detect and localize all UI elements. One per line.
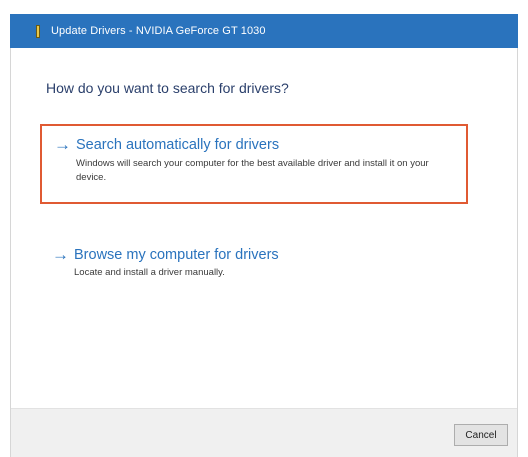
page-heading: How do you want to search for drivers? [46,80,289,96]
dialog-footer: Cancel [10,408,518,457]
dialog-content: How do you want to search for drivers? →… [10,48,518,408]
search-automatically-title[interactable]: Search automatically for drivers [76,136,279,154]
arrow-right-icon: → [52,245,69,264]
window-border-left [10,48,11,457]
search-automatically-option[interactable]: → Search automatically for drivers Windo… [40,124,468,204]
browse-computer-description: Locate and install a driver manually. [74,267,225,278]
device-driver-icon [34,24,43,38]
window-border-right [517,48,518,457]
browse-computer-option[interactable]: → Browse my computer for drivers Locate … [40,238,468,282]
top-strip [0,0,528,14]
arrow-right-icon: → [54,135,71,154]
search-automatically-description: Windows will search your computer for th… [76,158,429,183]
cancel-button[interactable]: Cancel [454,424,508,446]
update-drivers-dialog: Update Drivers - NVIDIA GeForce GT 1030 … [0,0,528,457]
browse-computer-title[interactable]: Browse my computer for drivers [74,246,279,264]
title-bar: Update Drivers - NVIDIA GeForce GT 1030 [10,14,518,48]
window-title: Update Drivers - NVIDIA GeForce GT 1030 [51,25,266,37]
